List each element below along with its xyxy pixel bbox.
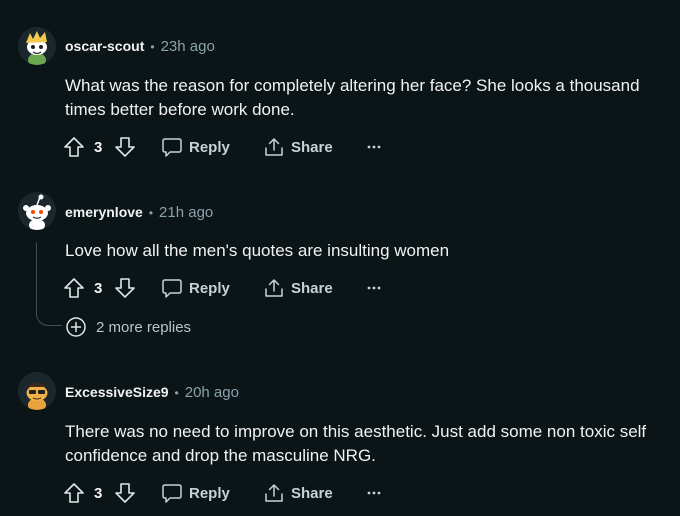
reply-button[interactable]: Reply [161, 133, 230, 161]
upvote-arrow-icon [64, 483, 84, 503]
snoo-avatar-default-icon [18, 192, 56, 230]
downvote-arrow-icon [115, 137, 135, 157]
upvote-arrow-icon [64, 278, 84, 298]
author-name[interactable]: ExcessiveSize9 [65, 384, 169, 400]
reply-label: Reply [189, 279, 230, 297]
more-options-button[interactable] [366, 479, 382, 507]
downvote-arrow-icon [115, 278, 135, 298]
reply-label: Reply [189, 138, 230, 156]
timestamp[interactable]: 23h ago [161, 38, 215, 55]
speech-bubble-icon [162, 138, 182, 157]
user-avatar[interactable] [18, 27, 56, 65]
user-avatar[interactable] [18, 192, 56, 230]
reply-button[interactable]: Reply [161, 274, 230, 302]
snoo-avatar-orange-icon [18, 372, 56, 410]
share-button[interactable]: Share [263, 479, 333, 507]
comment-actions: 3 Reply Share [63, 274, 403, 302]
comment-body: Love how all the men's quotes are insult… [65, 241, 450, 260]
separator-dot: • [148, 206, 154, 220]
downvote-button[interactable] [114, 479, 136, 507]
upvote-button[interactable] [63, 274, 85, 302]
separator-dot: • [150, 40, 155, 54]
share-label: Share [291, 279, 333, 297]
share-icon [265, 484, 283, 502]
ellipsis-icon [367, 286, 381, 290]
downvote-button[interactable] [114, 274, 136, 302]
share-icon [265, 279, 283, 297]
snoo-avatar-blonde-icon [18, 27, 56, 65]
upvote-button[interactable] [63, 479, 85, 507]
vote-count: 3 [94, 279, 103, 297]
downvote-button[interactable] [114, 133, 136, 161]
ellipsis-icon [367, 491, 381, 495]
more-options-button[interactable] [366, 133, 382, 161]
more-replies-button[interactable]: 2 more replies [65, 316, 191, 338]
upvote-button[interactable] [63, 133, 85, 161]
comment-actions: 3 Reply Share [63, 133, 403, 161]
share-icon [265, 138, 283, 156]
author-name[interactable]: emerynlove [65, 204, 143, 220]
comment-body: There was no need to improve on this aes… [65, 422, 647, 465]
reply-button[interactable]: Reply [161, 479, 230, 507]
comment-body: What was the reason for completely alter… [65, 76, 640, 119]
speech-bubble-icon [162, 279, 182, 298]
separator-dot: • [174, 386, 179, 400]
plus-circle-icon [66, 317, 86, 337]
comment-actions: 3 Reply Share [63, 479, 403, 507]
comment-meta: emerynlove • 21h ago [65, 204, 213, 221]
thread-connector-line[interactable] [36, 242, 62, 326]
timestamp[interactable]: 21h ago [159, 204, 213, 221]
vote-count: 3 [94, 138, 103, 156]
ellipsis-icon [367, 145, 381, 149]
more-options-button[interactable] [366, 274, 382, 302]
more-replies-label: 2 more replies [96, 318, 192, 336]
share-button[interactable]: Share [263, 274, 333, 302]
comment-meta: oscar-scout • 23h ago [65, 38, 215, 55]
timestamp[interactable]: 20h ago [185, 384, 239, 401]
share-label: Share [291, 138, 333, 156]
vote-count: 3 [94, 484, 103, 502]
comment-meta: ExcessiveSize9 • 20h ago [65, 384, 239, 401]
share-button[interactable]: Share [263, 133, 333, 161]
user-avatar[interactable] [18, 372, 56, 410]
share-label: Share [291, 484, 333, 502]
downvote-arrow-icon [115, 483, 135, 503]
author-name[interactable]: oscar-scout [65, 38, 144, 54]
upvote-arrow-icon [64, 137, 84, 157]
reply-label: Reply [189, 484, 230, 502]
speech-bubble-icon [162, 484, 182, 503]
